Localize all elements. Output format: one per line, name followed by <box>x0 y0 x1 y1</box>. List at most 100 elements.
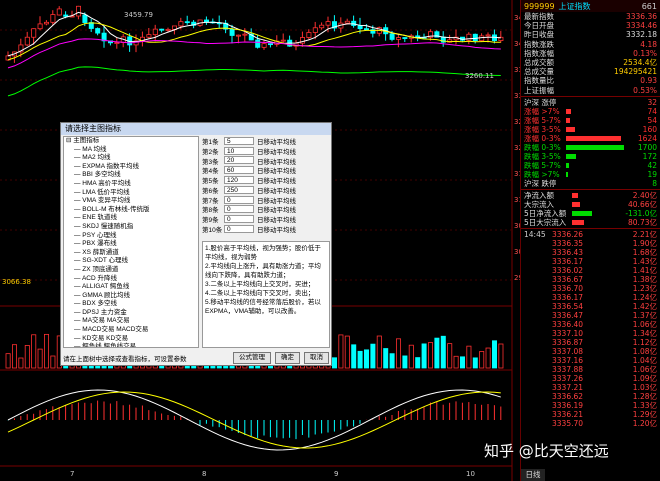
indicator-select-dialog[interactable]: 请选择主图指标 ⊟ 主图指标 — MA 均线 — MA2 均线 — EXPMA 指数… <box>60 122 332 366</box>
volume-bar <box>402 355 408 369</box>
trade-time <box>524 257 552 266</box>
candle-body <box>50 14 56 23</box>
tree-item[interactable]: — ALLIGAT 鳄鱼线 <box>64 283 198 292</box>
trade-amount: 1.06亿 <box>632 365 657 375</box>
tree-item[interactable]: — BDX 多空线 <box>64 300 198 309</box>
candle-body <box>184 21 190 24</box>
trade-row: 3336.62 1.28亿 <box>521 392 660 401</box>
formula-manage-button[interactable]: 公式管理 <box>233 352 271 364</box>
trade-price: 3336.62 <box>552 392 584 402</box>
volume-bar <box>421 343 427 369</box>
ok-button[interactable]: 确定 <box>275 352 300 364</box>
distribution-row: 涨幅 >7% 74 <box>521 107 660 116</box>
param-input[interactable]: 0 <box>224 215 254 224</box>
tab-daily[interactable]: 日线 <box>521 469 545 481</box>
stat-label: 指数涨幅 <box>524 48 554 58</box>
tree-root[interactable]: ⊟ 主图指标 <box>64 137 198 146</box>
param-input[interactable]: 250 <box>224 185 254 194</box>
param-label: 第7条 <box>202 197 219 205</box>
param-input[interactable]: 120 <box>224 176 254 185</box>
candle-body <box>165 29 171 31</box>
tree-item[interactable]: — HMA 高价平均线 <box>64 180 198 189</box>
candle-body <box>255 39 261 48</box>
tree-item[interactable]: — ENE 轨道线 <box>64 214 198 223</box>
distribution-bar <box>566 153 627 159</box>
param-row: 第5条 120 日移动平均线 <box>202 175 330 185</box>
candle-body <box>319 24 325 29</box>
tree-item[interactable]: — ACD 升降线 <box>64 275 198 284</box>
stat-label: 最新指数 <box>524 12 554 21</box>
candle-body <box>114 42 120 44</box>
trade-price: 3337.88 <box>552 365 584 375</box>
fund-flow-value: 2.40亿 <box>632 191 657 201</box>
param-input[interactable]: 0 <box>224 195 254 204</box>
stat-label: 总成交量 <box>524 67 554 77</box>
distribution-row: 涨幅 5-7% 54 <box>521 116 660 125</box>
tree-item[interactable]: — LMA 低价平均线 <box>64 189 198 198</box>
tree-item[interactable]: — MA交易 MA交易 <box>64 317 198 326</box>
stat-row: 总成交额 2534.4亿 <box>521 58 660 67</box>
candle-body <box>357 25 363 30</box>
description-line: 4.二条以上平均线向下交叉时，卖出； <box>205 290 315 297</box>
distribution-row: 跌幅 >7% 19 <box>521 170 660 179</box>
trade-price: 3336.47 <box>552 311 584 321</box>
candle-body <box>261 43 267 48</box>
cancel-button[interactable]: 取消 <box>304 352 329 364</box>
trade-amount: 1.41亿 <box>632 266 657 276</box>
fund-flow-bar <box>572 193 621 199</box>
tree-item[interactable]: — MACD交易 MACD交易 <box>64 326 198 335</box>
tree-item[interactable]: — SG-XDT 心理线 <box>64 257 198 266</box>
indicator-tree[interactable]: ⊟ 主图指标 — MA 均线 — MA2 均线 — EXPMA 指数平均线 — BBI… <box>63 136 199 348</box>
param-input[interactable]: 60 <box>224 166 254 175</box>
fund-flow-row: 5日大宗流入 80.73亿 <box>521 218 660 227</box>
tree-item[interactable]: — BBI 多空均线 <box>64 171 198 180</box>
volume-bar <box>37 348 43 369</box>
candle-body <box>402 37 408 39</box>
distribution-value: 160 <box>642 124 657 134</box>
fund-flow-bar <box>572 202 621 208</box>
trade-price: 3337.10 <box>552 329 584 339</box>
tree-item[interactable]: — MA2 均线 <box>64 154 198 163</box>
x-tick-label: 7 <box>70 470 74 478</box>
tree-item[interactable]: — PSY 心理线 <box>64 232 198 241</box>
volume-bar <box>485 347 491 369</box>
distribution-bar-fill <box>566 117 570 123</box>
tree-item[interactable]: — SKDJ 慢速随机指 <box>64 223 198 232</box>
tree-item[interactable]: — ZX 顶底通道 <box>64 266 198 275</box>
tree-item[interactable]: — 鳄鱼线 鳄鱼线交易 <box>64 343 198 347</box>
limit-down-row: 沪深 跌停 8 <box>524 178 657 188</box>
trade-price: 3336.70 <box>552 284 584 294</box>
tree-item[interactable]: — KD交易 KD交易 <box>64 335 198 344</box>
param-input[interactable]: 5 <box>224 136 254 145</box>
trade-row: 3336.17 1.43亿 <box>521 257 660 266</box>
tree-item[interactable]: — MA 均线 <box>64 146 198 155</box>
trade-row: 3337.10 1.34亿 <box>521 329 660 338</box>
param-row: 第10条 0 日移动平均线 <box>202 224 330 234</box>
volume-bar <box>363 349 369 369</box>
fund-flow-row: 5日净流入额 -131.0亿 <box>521 209 660 218</box>
candle-body <box>351 20 357 26</box>
distribution-value: 54 <box>647 115 657 125</box>
param-desc: 日移动平均线 <box>257 207 296 215</box>
x-tick-label: 10 <box>466 470 475 478</box>
param-input[interactable]: 0 <box>224 205 254 214</box>
trade-row: 3336.40 1.06亿 <box>521 320 660 329</box>
trade-ticks-list[interactable]: 14:45 3336.26 2.21亿 3336.35 1.90亿 3336.43 1.68… <box>521 230 660 428</box>
trade-row: 3335.70 1.20亿 <box>521 419 660 428</box>
param-input[interactable]: 20 <box>224 156 254 165</box>
candle-body <box>178 21 184 27</box>
volume-bar <box>24 345 30 369</box>
trade-price: 3336.43 <box>552 248 584 258</box>
trade-time <box>524 392 552 401</box>
volume-bar <box>31 334 37 369</box>
trade-row: 3336.70 1.23亿 <box>521 284 660 293</box>
param-input[interactable]: 10 <box>224 146 254 155</box>
x-tick-label: 8 <box>202 470 206 478</box>
volume-bar <box>50 355 56 369</box>
param-row: 第2条 10 日移动平均线 <box>202 146 330 156</box>
param-input[interactable]: 0 <box>224 225 254 234</box>
trade-amount: 1.24亿 <box>632 293 657 303</box>
tree-item[interactable]: — PBX 瀑布线 <box>64 240 198 249</box>
tree-item[interactable]: — VMA 变异平均线 <box>64 197 198 206</box>
tree-item[interactable]: — GMMA 顾比均线 <box>64 292 198 301</box>
